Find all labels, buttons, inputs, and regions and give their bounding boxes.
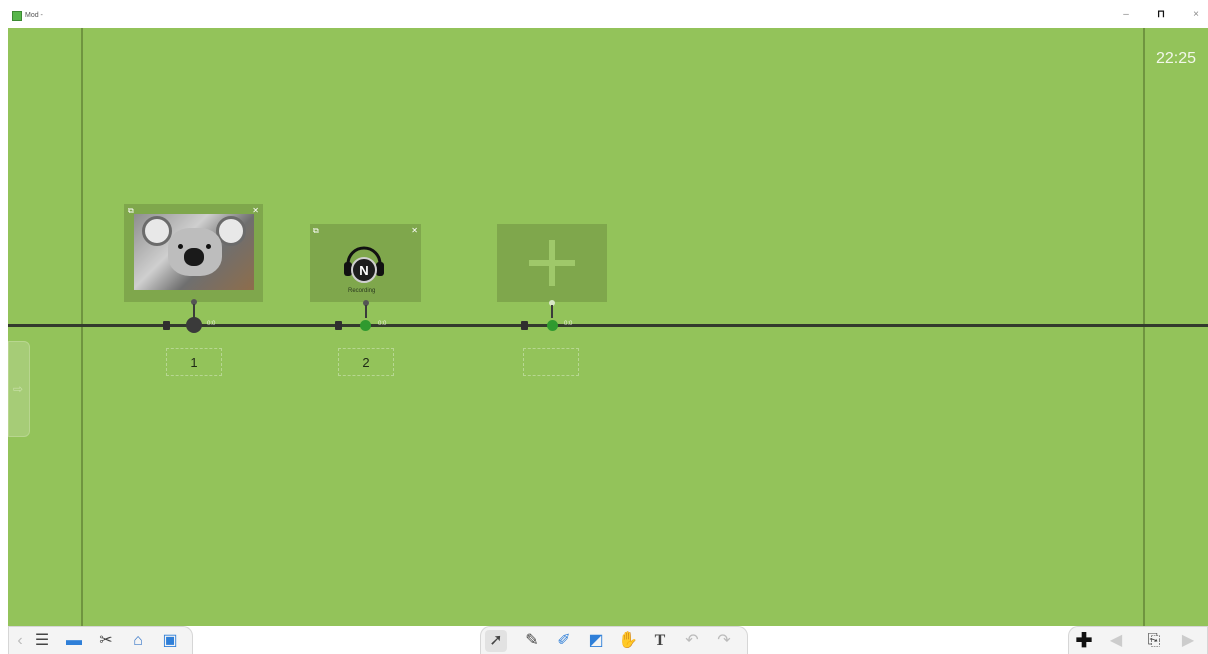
time-label: 0:0 [564,321,573,327]
left-margin-line [81,28,83,626]
next-page-icon[interactable]: ▶ [1177,630,1199,652]
connector-line [365,305,367,318]
window-title: Mod - [25,12,43,19]
redo-icon[interactable]: ↷ [713,630,735,652]
timeline-card-1[interactable]: ⧉ ✕ [124,204,263,302]
screen-icon[interactable]: ▬ [63,630,85,652]
select-arrow-icon[interactable]: ➚ [485,630,507,652]
menu-icon[interactable]: ☰ [31,630,53,652]
timeline-node-3[interactable] [547,320,558,331]
text-icon[interactable]: T [649,630,671,652]
eraser-icon[interactable]: ◩ [585,630,607,652]
trash-icon[interactable] [335,321,342,330]
undo-icon[interactable]: ↶ [681,630,703,652]
trash-icon[interactable] [163,321,170,330]
close-button[interactable]: × [1187,8,1205,22]
koala-ear-left [142,216,172,246]
edit-icon[interactable]: ⧉ [313,227,319,235]
item-number-box-1[interactable]: 1 [166,348,222,376]
app-logo-icon [12,11,22,21]
side-panel-handle[interactable]: ⇨ [8,341,30,437]
tools-icon[interactable]: ✂ [95,630,117,652]
right-toolbar: ✚ ◀ ⎘ ▶ [1068,626,1208,654]
previous-page-icon[interactable]: ◀ [1105,630,1127,652]
maximize-button[interactable]: ⊓ [1152,8,1170,22]
time-label: 0:0 [207,321,216,327]
title-bar: Mod - – ⊓ × [0,0,1208,28]
time-label: 0:0 [378,321,387,327]
cabinet-icon[interactable]: ⌂ [127,630,149,652]
koala-nose [184,248,204,266]
edit-icon[interactable]: ⧉ [128,207,134,215]
item-number-box-3[interactable] [523,348,579,376]
koala-photo [134,214,254,290]
image-icon[interactable]: ▣ [159,630,181,652]
center-toolbar: ➚ ✎ ✐ ◩ ✋ T ↶ ↷ [480,626,748,654]
timeline-node-2[interactable] [360,320,371,331]
minimize-button[interactable]: – [1117,8,1135,22]
timeline-node-1[interactable] [186,317,202,333]
hand-icon[interactable]: ✋ [617,630,639,652]
add-item-card[interactable] [497,224,607,302]
koala-eye-left [178,244,183,249]
timeline-card-2[interactable]: ⧉ ✕ N Recording [310,224,421,302]
chevron-left-icon[interactable]: ‹ [9,630,31,652]
right-margin-line [1143,28,1145,626]
svg-text:N: N [359,263,368,278]
left-toolbar: ‹ ☰ ▬ ✂ ⌂ ▣ [8,626,193,654]
trash-icon[interactable] [521,321,528,330]
audio-label: Recording [348,288,376,294]
koala-eye-right [206,244,211,249]
page-sorter-icon[interactable]: ⎘ [1143,630,1165,652]
add-page-icon[interactable]: ✚ [1073,630,1095,652]
add-plus-icon [529,240,575,286]
clock-display: 22:25 [1155,50,1196,67]
arrow-right-icon: ⇨ [13,382,24,396]
highlighter-icon[interactable]: ✐ [553,630,575,652]
connector-line [551,305,553,318]
pen-icon[interactable]: ✎ [521,630,543,652]
connector-line [193,304,195,318]
item-number-box-2[interactable]: 2 [338,348,394,376]
headphones-audio-icon: N [344,246,384,283]
close-card-icon[interactable]: ✕ [411,227,418,235]
timeline-canvas[interactable]: 22:25 ⇨ ⧉ ✕ 0:0 1 ⧉ ✕ N Recording 0:0 2 … [8,28,1208,626]
